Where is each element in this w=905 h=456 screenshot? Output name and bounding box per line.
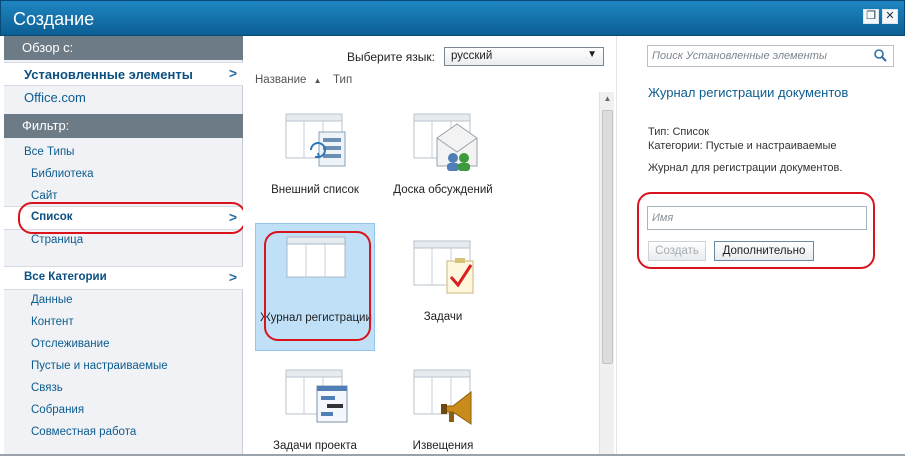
nav-all-categories-label: Все Категории [24, 271, 107, 283]
external-list-icon [285, 113, 346, 167]
tile-tasks[interactable]: Задачи [383, 223, 503, 348]
nav-installed-items-label: Установленные элементы [24, 67, 193, 82]
nav-all-categories[interactable]: Все Категории > [4, 266, 243, 290]
tile-tasks-label: Задачи [423, 311, 463, 323]
search-icon[interactable] [873, 48, 887, 62]
tile-highlight-outline [264, 231, 371, 341]
create-form-highlight-outline [637, 192, 875, 269]
sort-by-type[interactable]: Тип [333, 74, 352, 86]
tile-announcements-label: Извещения [412, 440, 474, 452]
tile-external-list[interactable]: Внешний список [255, 96, 375, 221]
nav-category-collaboration[interactable]: Совместная работа [4, 422, 243, 444]
template-gallery: Выберите язык: русский ▼ Название ▲ Тип … [243, 36, 616, 456]
window-title: Создание [13, 9, 95, 29]
scroll-thumb[interactable] [602, 110, 613, 364]
chevron-right-icon: > [228, 65, 237, 81]
sort-by-name[interactable]: Название ▲ [255, 74, 322, 86]
search-input[interactable]: Поиск Установленные элементы [647, 45, 894, 67]
sort-ascending-icon: ▲ [313, 76, 322, 85]
close-button[interactable]: ✕ [882, 9, 898, 24]
scroll-up-icon[interactable]: ▲ [602, 94, 613, 105]
tile-project-tasks-label: Задачи проекта [273, 440, 357, 452]
selected-item-type: Тип: Список [648, 126, 710, 138]
nav-office-com[interactable]: Office.com [4, 86, 243, 108]
tile-discussion-board[interactable]: Доска обсуждений [383, 96, 503, 221]
project-tasks-icon [285, 369, 348, 423]
language-label: Выберите язык: [347, 50, 435, 64]
nav-category-content[interactable]: Контент [4, 312, 243, 334]
tile-discussion-board-label: Доска обсуждений [393, 184, 493, 196]
chevron-right-icon: > [228, 269, 237, 285]
browse-header: Обзор с: [4, 36, 243, 60]
search-placeholder: Поиск Установленные элементы [652, 50, 827, 62]
nav-type-library[interactable]: Библиотека [4, 164, 243, 186]
gallery-scrollbar[interactable]: ▲ [599, 92, 614, 456]
nav-all-types[interactable]: Все Типы [4, 142, 243, 164]
tile-announcements[interactable]: Извещения [383, 352, 503, 456]
nav-category-communication[interactable]: Связь [4, 378, 243, 400]
announcements-icon [413, 369, 472, 425]
filter-header: Фильтр: [4, 114, 243, 138]
nav-category-tracking[interactable]: Отслеживание [4, 334, 243, 356]
nav-category-blank-custom[interactable]: Пустые и настраиваемые [4, 356, 243, 378]
language-value: русский [451, 50, 493, 62]
discussion-board-icon [413, 113, 478, 171]
details-pane: Поиск Установленные элементы Журнал реги… [616, 36, 905, 456]
dropdown-arrow-icon: ▼ [587, 49, 597, 60]
nav-category-meetings[interactable]: Собрания [4, 400, 243, 422]
tasks-icon [413, 240, 474, 294]
nav-type-page[interactable]: Страница [4, 230, 243, 252]
window-titlebar: Создание ❐ ✕ [0, 0, 905, 36]
selected-item-title: Журнал регистрации документов [648, 85, 849, 100]
nav-category-data[interactable]: Данные [4, 290, 243, 312]
nav-installed-items[interactable]: Установленные элементы > [4, 62, 243, 86]
tile-project-tasks[interactable]: Задачи проекта [255, 352, 375, 456]
language-select[interactable]: русский ▼ [444, 47, 604, 66]
sort-name-label: Название [255, 74, 307, 86]
selected-item-description: Журнал для регистрации документов. [648, 162, 843, 174]
selected-item-categories: Категории: Пустые и настраиваемые [648, 140, 837, 152]
restore-button[interactable]: ❐ [863, 9, 879, 24]
tile-external-list-label: Внешний список [271, 184, 359, 196]
